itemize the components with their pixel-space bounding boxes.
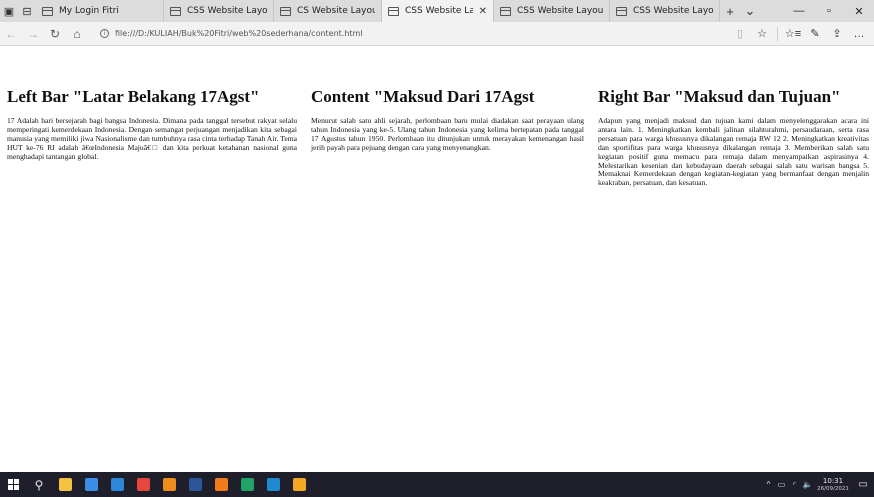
tab-preview-chevron-icon[interactable]: ⌄ [740,0,760,22]
volume-icon[interactable]: 🔈 [801,472,814,497]
tab-title: My Login Fitri [59,6,119,16]
tabs-aside-icon[interactable]: ⊟ [18,0,36,22]
file-explorer-icon [58,478,72,491]
start-button[interactable] [0,472,26,497]
tab-my-login-fitri[interactable]: My Login Fitri [36,0,164,22]
sublime-taskbar-button[interactable] [208,472,234,497]
site-info-icon[interactable]: i [100,29,109,38]
home-button[interactable]: ⌂ [66,22,88,46]
taskbar-apps [52,472,312,497]
web-page: Left Bar "Latar Belakang 17Agst" 17 Adal… [0,47,874,472]
search-icon[interactable]: ⚲ [26,472,52,497]
clock-time: 10:31 [822,476,844,485]
share-icon[interactable]: ⇪ [826,22,848,46]
new-tab-button[interactable]: + [720,0,740,22]
chrome-icon [136,478,150,491]
tab-title: CSS Website Layout [187,6,267,16]
tab-title: CS Website Layout [297,6,375,16]
mail-icon [110,478,124,491]
tab-css-website-layout[interactable]: CSS Website Layout [164,0,274,22]
page-icon [170,6,181,16]
toolbar-divider [777,26,778,41]
tab-css-website-layout-active[interactable]: CSS Website Layou ✕ [382,0,494,22]
edge-icon [266,478,280,491]
tab-close-icon[interactable]: ✕ [479,6,487,17]
paint-taskbar-button[interactable] [286,472,312,497]
notifications-icon[interactable]: ▭ [852,472,874,497]
word-taskbar-button[interactable] [182,472,208,497]
wifi-icon[interactable]: ◜ [788,472,801,497]
browser-tab-strip: ▣ ⊟ My Login Fitri CSS Website Layout CS… [0,0,874,22]
refresh-button[interactable]: ↻ [44,22,66,46]
chrome-taskbar-button[interactable] [130,472,156,497]
system-tray: ^ ▭ ◜ 🔈 10:31 26/09/2021 ▭ [762,472,874,497]
url-text[interactable]: file:///D:/KULIAH/Buk%20Fitri/web%20sede… [115,29,363,38]
minimize-button[interactable]: — [784,0,814,22]
app-green-icon [240,478,254,491]
left-bar-section: Left Bar "Latar Belakang 17Agst" 17 Adal… [7,87,297,162]
store-icon [84,478,98,491]
tab-css-website-layout[interactable]: CSS Website Layout [610,0,720,22]
more-icon[interactable]: … [848,22,870,46]
page-icon [42,6,53,16]
content-heading: Content "Maksud Dari 17Agst [311,87,535,106]
favorites-hub-icon[interactable]: ☆≡ [782,22,804,46]
paint-icon [292,478,306,491]
address-bar[interactable]: i file:///D:/KULIAH/Buk%20Fitri/web%20se… [100,22,729,46]
page-icon [500,6,511,16]
word-icon [188,478,202,491]
clock-date: 26/09/2021 [817,485,849,492]
store-taskbar-button[interactable] [78,472,104,497]
app-green-taskbar-button[interactable] [234,472,260,497]
page-icon [280,6,291,16]
window-controls: — ▫ ✕ [784,0,874,22]
vlc-taskbar-button[interactable] [156,472,182,497]
battery-icon[interactable]: ▭ [775,472,788,497]
tab-actions-icon[interactable]: ▣ [0,0,18,22]
browser-navigation-bar: ← → ↻ ⌂ i file:///D:/KULIAH/Buk%20Fitri/… [0,22,874,46]
right-bar-paragraph: Adapun yang menjadi maksud dan tujuan ka… [598,116,869,188]
reading-view-icon[interactable]: ▯ [729,22,751,46]
page-icon [616,6,627,16]
forward-button[interactable]: → [22,22,44,46]
left-bar-paragraph: 17 Adalah hari bersejarah bagi bangsa In… [7,116,297,161]
content-paragraph: Menurut salah satu ahli sejarah, perlomb… [311,116,584,152]
page-icon [388,6,399,16]
right-bar-heading: Right Bar "Maksud dan Tujuan" [598,87,841,106]
left-bar-heading: Left Bar "Latar Belakang 17Agst" [7,87,260,106]
tab-title: CSS Website Layout [633,6,713,16]
tab-title: CSS Website Layou [405,6,473,16]
close-window-button[interactable]: ✕ [844,0,874,22]
tab-title: CSS Website Layout [517,6,603,16]
tab-cs-website-layout[interactable]: CS Website Layout [274,0,382,22]
sublime-icon [214,478,228,491]
tray-chevron-icon[interactable]: ^ [762,472,775,497]
back-button[interactable]: ← [0,22,22,46]
web-note-pen-icon[interactable]: ✎ [804,22,826,46]
edge-taskbar-button[interactable] [260,472,286,497]
clock[interactable]: 10:31 26/09/2021 [814,477,852,493]
maximize-button[interactable]: ▫ [814,0,844,22]
mail-taskbar-button[interactable] [104,472,130,497]
content-section: Content "Maksud Dari 17Agst Menurut sala… [311,87,584,153]
tab-css-website-layout[interactable]: CSS Website Layout [494,0,610,22]
right-bar-section: Right Bar "Maksud dan Tujuan" Adapun yan… [598,87,869,188]
file-explorer-taskbar-button[interactable] [52,472,78,497]
windows-logo-icon [7,479,19,490]
browser-toolbar: ▯ ☆ ☆≡ ✎ ⇪ … [729,22,870,46]
windows-taskbar: ⚲ ^ ▭ ◜ 🔈 10:31 26/09/2021 ▭ [0,472,874,497]
vlc-icon [162,478,176,491]
favorite-star-icon[interactable]: ☆ [751,22,773,46]
